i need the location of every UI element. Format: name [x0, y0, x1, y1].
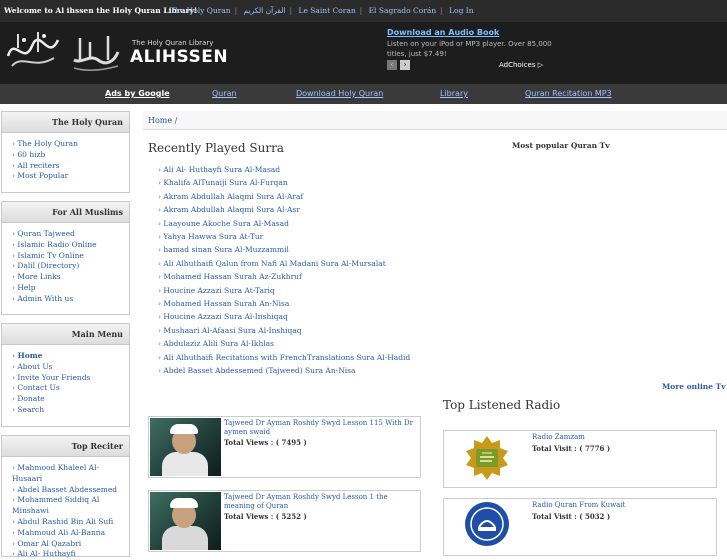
- recent-surra-item[interactable]: Ali Alhuthaifi Qalun from Nafi Al Madani…: [158, 257, 410, 270]
- reciter-item[interactable]: Mahmoud Ali Al-Banna: [12, 528, 129, 539]
- ads-by-google[interactable]: Ads by Google: [105, 89, 170, 98]
- reciter-item[interactable]: Omar Al Qazabri: [12, 539, 129, 550]
- sidebar-item-admin-with-us[interactable]: Admin With us: [12, 294, 129, 305]
- radio-title[interactable]: Radio Quran From Kuwait: [532, 501, 625, 510]
- reciter-item[interactable]: Abdel Basset Abdessemed: [12, 485, 129, 496]
- login-link[interactable]: Log In: [449, 6, 473, 15]
- calligraphy-logo-icon: [6, 32, 60, 67]
- recent-surra-item[interactable]: Ali Alhuthaifi Recitations with FrenchTr…: [158, 351, 410, 364]
- recent-surra-item[interactable]: Abdel Basset Abdessemed (Tajweed) Sura A…: [158, 364, 410, 377]
- logo-subtitle: The Holy Quran Library: [132, 39, 214, 47]
- video-title[interactable]: Tajweed Dr Ayman Roshdy Swyd Lesson 115 …: [224, 419, 418, 436]
- sidebar-item-more-links[interactable]: More Links: [12, 272, 129, 283]
- sidebar-box-top-reciter: Top Reciter Mahmood Khaleel Al-Husaari A…: [1, 435, 130, 560]
- radio-visits: Total Visit : ( 5032 ): [532, 512, 611, 521]
- radio-zamzam-logo-icon[interactable]: [464, 435, 510, 481]
- logo-title[interactable]: ALIHSSEN: [130, 47, 228, 67]
- recent-surra-item[interactable]: Yahya Hawwa Sura At-Tur: [158, 230, 410, 243]
- nav-library[interactable]: Library: [440, 89, 468, 98]
- radio-visits: Total Visit : ( 7776 ): [532, 444, 611, 453]
- video-thumbnail[interactable]: [150, 418, 221, 476]
- recent-surra-item[interactable]: Houcine Azzazi Sura Al-Inshiqaq: [158, 310, 410, 323]
- ad-title-link[interactable]: Download an Audio Book: [387, 28, 499, 37]
- recent-surra-item[interactable]: Abdulaziz Alili Sura Al-Ikhlas: [158, 337, 410, 350]
- sidebar-item-about-us[interactable]: About Us: [12, 362, 129, 373]
- video-thumbnail[interactable]: [150, 492, 221, 550]
- sidebar-item-quran-tajweed[interactable]: Quran Tajweed: [12, 229, 129, 240]
- link-arabic-quran[interactable]: القرآن الكريم: [244, 6, 286, 15]
- sidebar-box-title: The Holy Quran: [2, 112, 129, 133]
- recently-played-heading: Recently Played Surra: [148, 141, 284, 155]
- recent-surra-item[interactable]: hamad sinan Sura Al-Muzzammil: [158, 243, 410, 256]
- sidebar-item-home[interactable]: Home: [12, 351, 129, 362]
- link-holy-quran[interactable]: The Holy Quran: [170, 6, 231, 15]
- sidebar-box-title: For All Muslims: [2, 202, 129, 223]
- sidebar-box-holy-quran: The Holy Quran The Holy Quran 60 hizb Al…: [1, 111, 130, 193]
- link-saint-coran[interactable]: Le Saint Coran: [298, 6, 355, 15]
- video-card[interactable]: Tajweed Dr Ayman Roshdy Swyd Lesson 1 th…: [148, 490, 421, 552]
- recent-surra-item[interactable]: Ali Al- Huthayfi Sura Al-Masad: [158, 163, 410, 176]
- sidebar-item-help[interactable]: Help: [12, 283, 129, 294]
- sidebar-box-for-all-muslims: For All Muslims Quran Tajweed Islamic Ra…: [1, 201, 130, 315]
- recent-surra-item[interactable]: Mushaari Al-Afaasi Sura Al-Inshiqaq: [158, 324, 410, 337]
- sidebar-box-title: Main Menu: [2, 324, 129, 345]
- welcome-text: Welcome to Al ihssen the Holy Quran Libr…: [4, 6, 198, 15]
- recently-played-list: Ali Al- Huthayfi Sura Al-Masad Khalifa A…: [158, 163, 410, 378]
- sidebar-box-title: Top Reciter: [2, 436, 129, 457]
- language-links: The Holy Quran | القرآن الكريم | Le Saint …: [170, 6, 474, 15]
- ad-next-icon[interactable]: ›: [400, 60, 410, 70]
- sidebar-item-the-holy-quran[interactable]: The Holy Quran: [12, 139, 129, 150]
- more-online-tv-link[interactable]: More online Tv: [662, 382, 726, 391]
- video-views: Total Views : ( 7495 ): [224, 438, 307, 447]
- sidebar-box-main-menu: Main Menu Home About Us Invite Your Frie…: [1, 323, 130, 427]
- sidebar-item-all-reciters[interactable]: All reciters: [12, 161, 129, 172]
- recent-surra-item[interactable]: Mohamed Hassan Surah An-Nisa: [158, 297, 410, 310]
- link-sagrado-coran[interactable]: El Sagrado Corán: [369, 6, 437, 15]
- calligraphy-title-icon: [73, 36, 120, 71]
- recent-surra-item[interactable]: Khalifa AlTunaiji Sura Al-Furqan: [158, 176, 410, 189]
- sidebar-item-invite-friends[interactable]: Invite Your Friends: [12, 373, 129, 384]
- reciter-item[interactable]: Mahmood Khaleel Al-Husaari: [12, 463, 129, 485]
- reciter-item[interactable]: Abdul Rashid Bin Ali Sufi: [12, 517, 129, 528]
- recent-surra-item[interactable]: Akram Abdullah Alaqmi Sura Al-Araf: [158, 190, 410, 203]
- ad-text: Listen on your iPod or MP3 player. Over …: [387, 40, 552, 58]
- recent-surra-item[interactable]: Houcine Azzazi Sura At-Tariq: [158, 284, 410, 297]
- nav-download-holy-quran[interactable]: Download Holy Quran: [296, 89, 383, 98]
- ad-prev-icon[interactable]: ‹: [387, 60, 397, 70]
- radio-kuwait-logo-icon[interactable]: [464, 501, 510, 547]
- ad-nav-bar: Ads by Google Quran Download Holy Quran …: [0, 84, 727, 104]
- reciter-item[interactable]: Ali Al- Huthayfi: [12, 549, 129, 560]
- reciter-item[interactable]: Mohammed Siddiq Al Minshawi: [12, 495, 129, 517]
- sidebar-item-islamic-tv[interactable]: Islamic Tv Online: [12, 251, 129, 262]
- sidebar-item-dalil[interactable]: Dalil (Directory): [12, 261, 129, 272]
- sidebar-item-60-hizb[interactable]: 60 hizb: [12, 150, 129, 161]
- top-listened-radio-heading: Top Listened Radio: [443, 398, 561, 412]
- nav-quran[interactable]: Quran: [212, 89, 237, 98]
- sidebar-item-contact-us[interactable]: Contact Us: [12, 383, 129, 394]
- radio-card[interactable]: Radio Zamzam Total Visit : ( 7776 ): [443, 430, 717, 488]
- sidebar-item-islamic-radio[interactable]: Islamic Radio Online: [12, 240, 129, 251]
- sidebar-item-most-popular[interactable]: Most Popular: [12, 171, 129, 182]
- nav-quran-recitation-mp3[interactable]: Quran Recitation MP3: [525, 89, 612, 98]
- video-views: Total Views : ( 5252 ): [224, 512, 307, 521]
- sidebar-item-donate[interactable]: Donate: [12, 394, 129, 405]
- video-card[interactable]: Tajweed Dr Ayman Roshdy Swyd Lesson 115 …: [148, 416, 421, 478]
- radio-title[interactable]: Radio Zamzam: [532, 433, 585, 442]
- recent-surra-item[interactable]: Mohamed Hassan Surah Az-Zukhruf: [158, 270, 410, 283]
- site-header: The Holy Quran Library ALIHSSEN Download…: [0, 22, 727, 84]
- breadcrumb-home[interactable]: Home /: [148, 116, 177, 125]
- adchoices-link[interactable]: AdChoices ▷: [499, 61, 543, 69]
- recent-surra-item[interactable]: Akram Abdullah Alaqmi Sura Al-Asr: [158, 203, 410, 216]
- radio-card[interactable]: Radio Quran From Kuwait Total Visit : ( …: [443, 498, 717, 556]
- recent-surra-item[interactable]: Laayoune Akoche Sura Al-Masad: [158, 217, 410, 230]
- most-popular-tv-heading: Most popular Quran Tv: [512, 141, 610, 150]
- breadcrumb: Home /: [143, 111, 727, 130]
- sidebar-item-search[interactable]: Search: [12, 405, 129, 416]
- video-title[interactable]: Tajweed Dr Ayman Roshdy Swyd Lesson 1 th…: [224, 493, 418, 510]
- top-bar: Welcome to Al ihssen the Holy Quran Libr…: [0, 0, 727, 22]
